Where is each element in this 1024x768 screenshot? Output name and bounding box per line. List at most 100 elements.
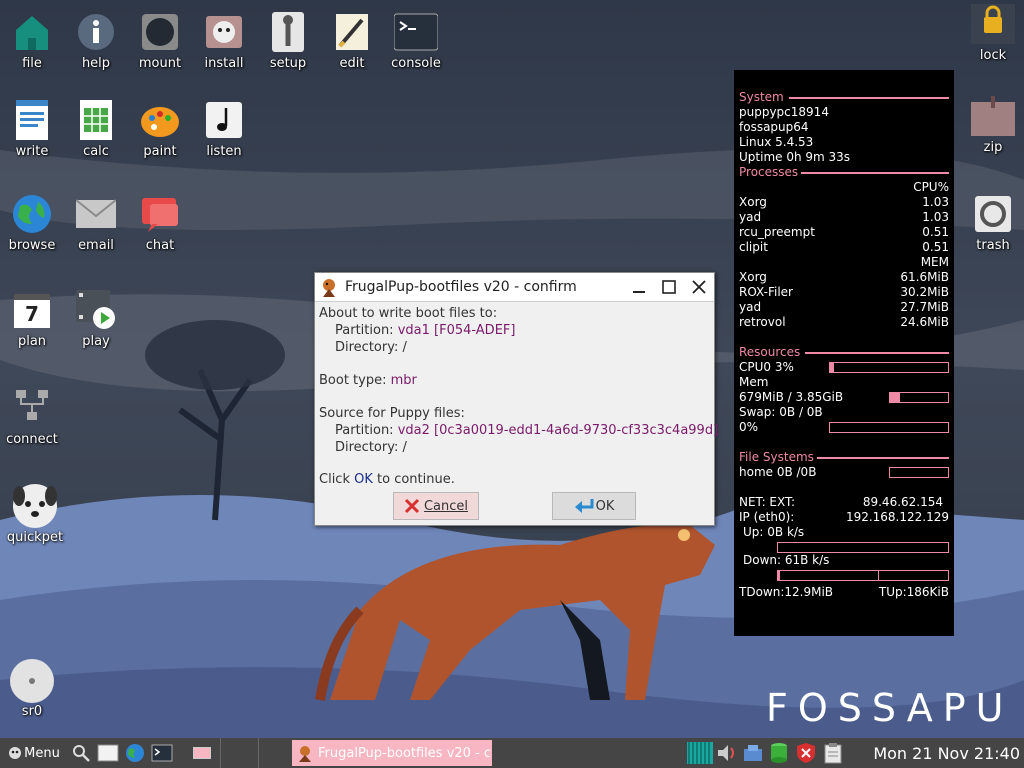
net-ip-label: IP (eth0): [739, 510, 795, 524]
desktop-icon-mount[interactable]: mount [128, 12, 192, 71]
maximize-icon [662, 280, 676, 294]
workspace-3[interactable] [258, 738, 296, 768]
process-mem: 30.2MiB [900, 285, 949, 299]
clipboard-icon [824, 743, 842, 764]
workspace-1[interactable] [184, 738, 220, 768]
desktop-icon-sr0[interactable]: sr0 [0, 658, 64, 719]
desktop-icon-label: calc [83, 144, 109, 159]
directory-value: / [402, 340, 407, 355]
calendar-icon: 7 [12, 290, 52, 330]
desktop-icon-listen[interactable]: listen [192, 100, 256, 159]
process-row: yad 27.7MiB [739, 300, 949, 315]
desktop-icon-write[interactable]: write [0, 100, 64, 159]
desktop-icon-edit[interactable]: edit [320, 12, 384, 71]
desktop-icon-setup[interactable]: setup [256, 12, 320, 71]
volume-tray[interactable] [714, 738, 740, 768]
task-title: FrugalPup-bootfiles v20 - c [318, 745, 492, 761]
pencil-note-icon [332, 12, 372, 52]
desktop-icon-play[interactable]: play [64, 290, 128, 349]
desktop-icon-connect[interactable]: connect [0, 388, 64, 447]
clock[interactable]: Mon 21 Nov 21:40 [873, 738, 1020, 768]
minimize-button[interactable] [624, 273, 654, 301]
process-row: Xorg 61.6MiB [739, 270, 949, 285]
fossapup-watermark: FOSSAPU [766, 686, 1014, 730]
drive-icon [140, 12, 180, 52]
desktop-icon-paint[interactable]: paint [128, 100, 192, 159]
desktop-icon-label: listen [206, 144, 242, 159]
spreadsheet-icon [76, 100, 116, 140]
music-note-icon [204, 100, 244, 140]
terminal-launcher[interactable] [148, 738, 176, 768]
cpu-graph-icon [687, 742, 713, 764]
download-bar [777, 570, 949, 581]
desktop-icon-lock[interactable]: lock [961, 4, 1024, 63]
desktop-icon-quickpet[interactable]: quickpet [3, 482, 67, 545]
puppy-menu-icon [9, 747, 22, 759]
browser-launcher[interactable] [122, 738, 148, 768]
desktop-icon-label: setup [269, 56, 307, 71]
process-cpu: 1.03 [922, 210, 949, 224]
desktop-icon-browse[interactable]: browse [0, 194, 64, 253]
desktop-icon-help[interactable]: help [64, 12, 128, 71]
cpu-monitor-tray[interactable] [686, 738, 714, 768]
process-row: ROX-Filer 30.2MiB [739, 285, 949, 300]
hostname: puppypc18914 [739, 105, 829, 119]
desktop-icon-chat[interactable]: chat [128, 194, 192, 253]
desktop-icon-calc[interactable]: calc [64, 100, 128, 159]
ok-label: OK [595, 498, 615, 514]
desktop-icon-label: trash [976, 238, 1010, 253]
menu-label: Menu [24, 745, 60, 761]
kernel-version: Linux 5.4.53 [739, 135, 814, 149]
desktop-icon-install[interactable]: install [192, 12, 256, 71]
clipboard-tray[interactable] [820, 738, 846, 768]
menu-button[interactable]: Menu [0, 738, 68, 768]
frugalpup-app-icon [299, 746, 311, 762]
desktop-icon-zip[interactable]: zip [961, 96, 1024, 155]
desktop-icon-label: connect [6, 432, 58, 447]
swap-percent: 0% [739, 420, 759, 434]
process-cpu: 1.03 [922, 195, 949, 209]
enter-arrow-icon [574, 499, 594, 513]
target-intro: About to write boot files to: [319, 306, 498, 321]
boot-type-label: Boot type: [319, 373, 391, 388]
process-name: clipit [739, 240, 768, 254]
section-heading-processes: Processes [739, 165, 949, 180]
home-bar [889, 467, 949, 478]
desktop-icon-plan[interactable]: 7 plan [0, 290, 64, 349]
directory-label: Directory: [335, 340, 403, 355]
desktop-icon-label: browse [8, 238, 56, 253]
desktop-icon-label: write [15, 144, 49, 159]
ok-button[interactable]: OK [552, 492, 636, 520]
dialog-titlebar[interactable]: FrugalPup-bootfiles v20 - confirm [315, 273, 714, 302]
wrench-icon [268, 12, 308, 52]
source-intro: Source for Puppy files: [319, 406, 465, 421]
archive-icon [971, 96, 1015, 136]
network-tray[interactable] [740, 738, 766, 768]
desktop-icon-trash[interactable]: trash [961, 194, 1024, 253]
firewall-tray[interactable] [792, 738, 820, 768]
desktop-icon-label: sr0 [21, 704, 43, 719]
close-icon [692, 280, 706, 294]
distro-name: fossapup64 [739, 120, 809, 134]
file-manager-launcher[interactable] [94, 738, 122, 768]
desktop-icon-console[interactable]: console [384, 12, 448, 71]
desktop-icon-label: help [81, 56, 111, 71]
process-mem: 24.6MiB [900, 315, 949, 329]
desktop-icon-file[interactable]: file [0, 12, 64, 71]
workspace-2[interactable] [220, 738, 258, 768]
desktop-icon-email[interactable]: email [64, 194, 128, 253]
desktop-icon-label: email [78, 238, 114, 253]
palette-icon [140, 100, 180, 140]
process-name: Xorg [739, 270, 767, 284]
cancel-button[interactable]: Cancel [393, 492, 479, 520]
taskbar-window-frugalpup[interactable]: FrugalPup-bootfiles v20 - c [292, 740, 492, 766]
calendar-day: 7 [25, 302, 39, 326]
search-launcher[interactable] [68, 738, 94, 768]
frugalpup-confirm-dialog: FrugalPup-bootfiles v20 - confirm About … [314, 272, 718, 526]
maximize-button[interactable] [654, 273, 684, 301]
swap-usage: Swap: 0B / 0B [739, 405, 823, 419]
close-button[interactable] [684, 273, 714, 301]
storage-tray[interactable] [766, 738, 792, 768]
click-prefix: Click [319, 472, 355, 487]
cpu0-usage: CPU0 3% [739, 360, 794, 374]
